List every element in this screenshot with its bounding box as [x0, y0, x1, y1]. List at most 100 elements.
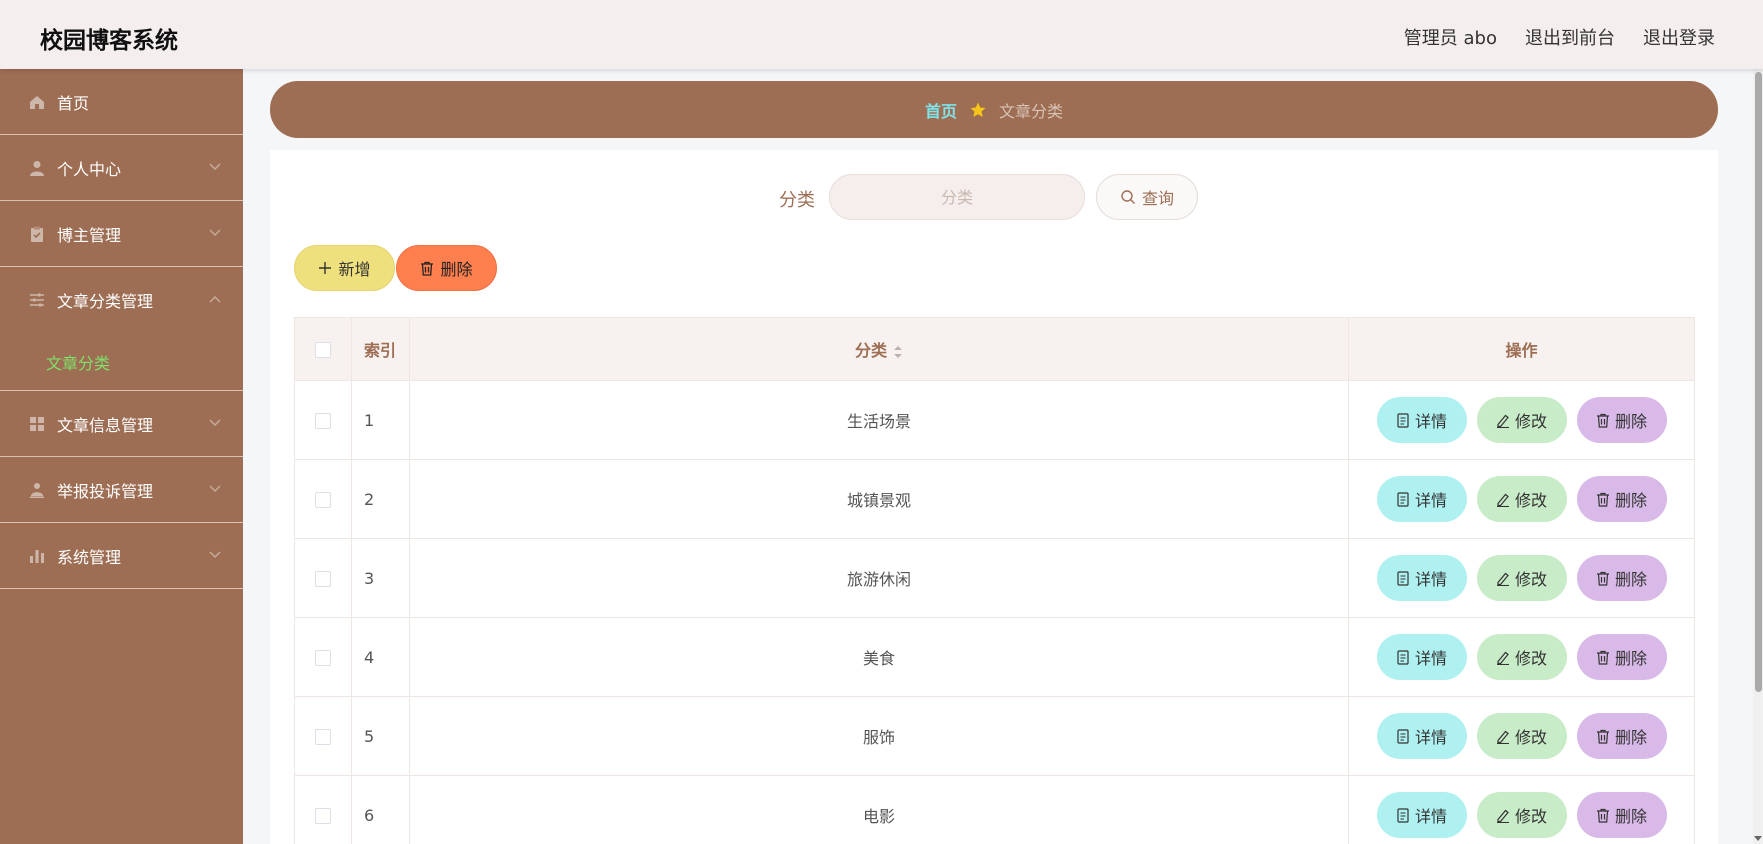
- row-delete-button[interactable]: 删除: [1576, 634, 1667, 680]
- row-delete-button-label: 删除: [1614, 491, 1647, 510]
- row-delete-button[interactable]: 删除: [1576, 476, 1667, 522]
- row-ops-cell: 详情 修改 删除: [1348, 617, 1695, 697]
- plus-icon: [319, 262, 332, 274]
- scroll-down-arrow-icon[interactable]: [1754, 834, 1762, 842]
- sidebar-item-report-management[interactable]: 举报投诉管理: [0, 457, 243, 523]
- row-check-cell: [294, 617, 352, 697]
- edit-button[interactable]: 修改: [1476, 634, 1567, 680]
- sidebar-item-category-management[interactable]: 文章分类管理: [0, 267, 243, 333]
- row-index: 2: [351, 459, 410, 539]
- sidebar-item-label: 个人中心: [57, 159, 122, 179]
- edit-icon: [1496, 809, 1509, 823]
- detail-button[interactable]: 详情: [1376, 476, 1467, 522]
- table-header-row: 索引 分类 操作: [294, 317, 1695, 381]
- detail-button-label: 详情: [1414, 570, 1447, 589]
- row-checkbox[interactable]: [315, 729, 331, 745]
- row-checkbox[interactable]: [315, 413, 331, 429]
- index-header: 索引: [351, 317, 410, 381]
- row-ops-cell: 详情 修改 删除: [1348, 380, 1695, 460]
- add-button-label: 新增: [338, 260, 371, 279]
- detail-button[interactable]: 详情: [1376, 397, 1467, 443]
- sidebar-item-personal-center[interactable]: 个人中心: [0, 135, 243, 201]
- ops-header: 操作: [1348, 317, 1695, 381]
- detail-button[interactable]: 详情: [1376, 792, 1467, 838]
- sort-icon[interactable]: [893, 344, 903, 360]
- edit-button[interactable]: 修改: [1476, 792, 1567, 838]
- row-delete-button[interactable]: 删除: [1576, 397, 1667, 443]
- trash-icon: [421, 261, 434, 276]
- detail-button-label: 详情: [1414, 728, 1447, 747]
- row-index: 5: [351, 696, 410, 776]
- sidebar-item-blogger-management[interactable]: 博主管理: [0, 201, 243, 267]
- row-checkbox[interactable]: [315, 808, 331, 824]
- select-all-checkbox[interactable]: [315, 342, 331, 358]
- query-button[interactable]: 查询: [1096, 174, 1198, 220]
- row-delete-button[interactable]: 删除: [1576, 792, 1667, 838]
- edit-button[interactable]: 修改: [1476, 713, 1567, 759]
- sidebar-item-article-management[interactable]: 文章信息管理: [0, 391, 243, 457]
- table-row: 2 城镇景观 详情 修改 删除: [294, 459, 1695, 539]
- edit-button-label: 修改: [1514, 412, 1547, 431]
- document-icon: [1397, 570, 1409, 586]
- chevron-up-icon: [209, 296, 221, 303]
- batch-delete-button[interactable]: 删除: [396, 245, 497, 291]
- row-checkbox[interactable]: [315, 571, 331, 587]
- detail-button[interactable]: 详情: [1376, 713, 1467, 759]
- trash-icon: [1596, 808, 1609, 823]
- edit-button-label: 修改: [1514, 570, 1547, 589]
- category-header[interactable]: 分类: [409, 317, 1349, 381]
- row-delete-button-label: 删除: [1614, 807, 1647, 826]
- row-check-cell: [294, 696, 352, 776]
- breadcrumb-home[interactable]: 首页: [925, 98, 957, 122]
- row-category: 生活场景: [409, 380, 1349, 460]
- page-scrollbar[interactable]: [1753, 69, 1763, 844]
- row-delete-button-label: 删除: [1614, 412, 1647, 431]
- row-index: 3: [351, 538, 410, 618]
- trash-icon: [1596, 729, 1609, 744]
- edit-button-label: 修改: [1514, 807, 1547, 826]
- sidebar-subitem-article-category[interactable]: 文章分类: [0, 333, 243, 391]
- sidebar-item-label: 文章分类管理: [57, 292, 154, 311]
- detail-button[interactable]: 详情: [1376, 555, 1467, 601]
- detail-button[interactable]: 详情: [1376, 634, 1467, 680]
- row-check-cell: [294, 538, 352, 618]
- category-search-input[interactable]: [829, 174, 1085, 220]
- category-table: 索引 分类 操作 1 生活场景 详情 修改 删除 2 城镇景观 详情 修改 删除…: [294, 317, 1695, 844]
- sliders-icon: [28, 291, 46, 309]
- logout-link[interactable]: 退出登录: [1643, 24, 1715, 50]
- add-button[interactable]: 新增: [294, 245, 395, 291]
- category-header-label: 分类: [854, 341, 887, 360]
- sidebar: 首页 个人中心 博主管理 文章分类管理 文章分类 文章信息管理 举报投诉管理 系…: [0, 69, 243, 844]
- edit-button[interactable]: 修改: [1476, 397, 1567, 443]
- row-delete-button[interactable]: 删除: [1576, 555, 1667, 601]
- table-row: 4 美食 详情 修改 删除: [294, 617, 1695, 697]
- sidebar-item-home[interactable]: 首页: [0, 69, 243, 135]
- row-index: 4: [351, 617, 410, 697]
- chevron-down-icon: [209, 419, 221, 426]
- scrollbar-thumb[interactable]: [1755, 72, 1762, 692]
- trash-icon: [1596, 492, 1609, 507]
- edit-button[interactable]: 修改: [1476, 555, 1567, 601]
- row-checkbox[interactable]: [315, 492, 331, 508]
- edit-button-label: 修改: [1514, 728, 1547, 747]
- row-delete-button[interactable]: 删除: [1576, 713, 1667, 759]
- detail-button-label: 详情: [1414, 412, 1447, 431]
- top-header: 校园博客系统 管理员 abo 退出到前台 退出登录: [0, 0, 1763, 69]
- edit-icon: [1496, 730, 1509, 744]
- detail-button-label: 详情: [1414, 649, 1447, 668]
- row-category: 服饰: [409, 696, 1349, 776]
- sidebar-item-label: 首页: [57, 93, 90, 113]
- table-row: 6 电影 详情 修改 删除: [294, 775, 1695, 844]
- row-check-cell: [294, 380, 352, 460]
- row-checkbox[interactable]: [315, 650, 331, 666]
- home-icon: [28, 93, 46, 111]
- bar-chart-icon: [28, 547, 46, 565]
- edit-icon: [1496, 493, 1509, 507]
- back-to-front-link[interactable]: 退出到前台: [1525, 24, 1615, 50]
- header-actions: 管理员 abo 退出到前台 退出登录: [1404, 24, 1715, 50]
- edit-button[interactable]: 修改: [1476, 476, 1567, 522]
- row-ops-cell: 详情 修改 删除: [1348, 459, 1695, 539]
- sidebar-item-system-management[interactable]: 系统管理: [0, 523, 243, 589]
- breadcrumb-current: 文章分类: [999, 101, 1064, 121]
- trash-icon: [1596, 571, 1609, 586]
